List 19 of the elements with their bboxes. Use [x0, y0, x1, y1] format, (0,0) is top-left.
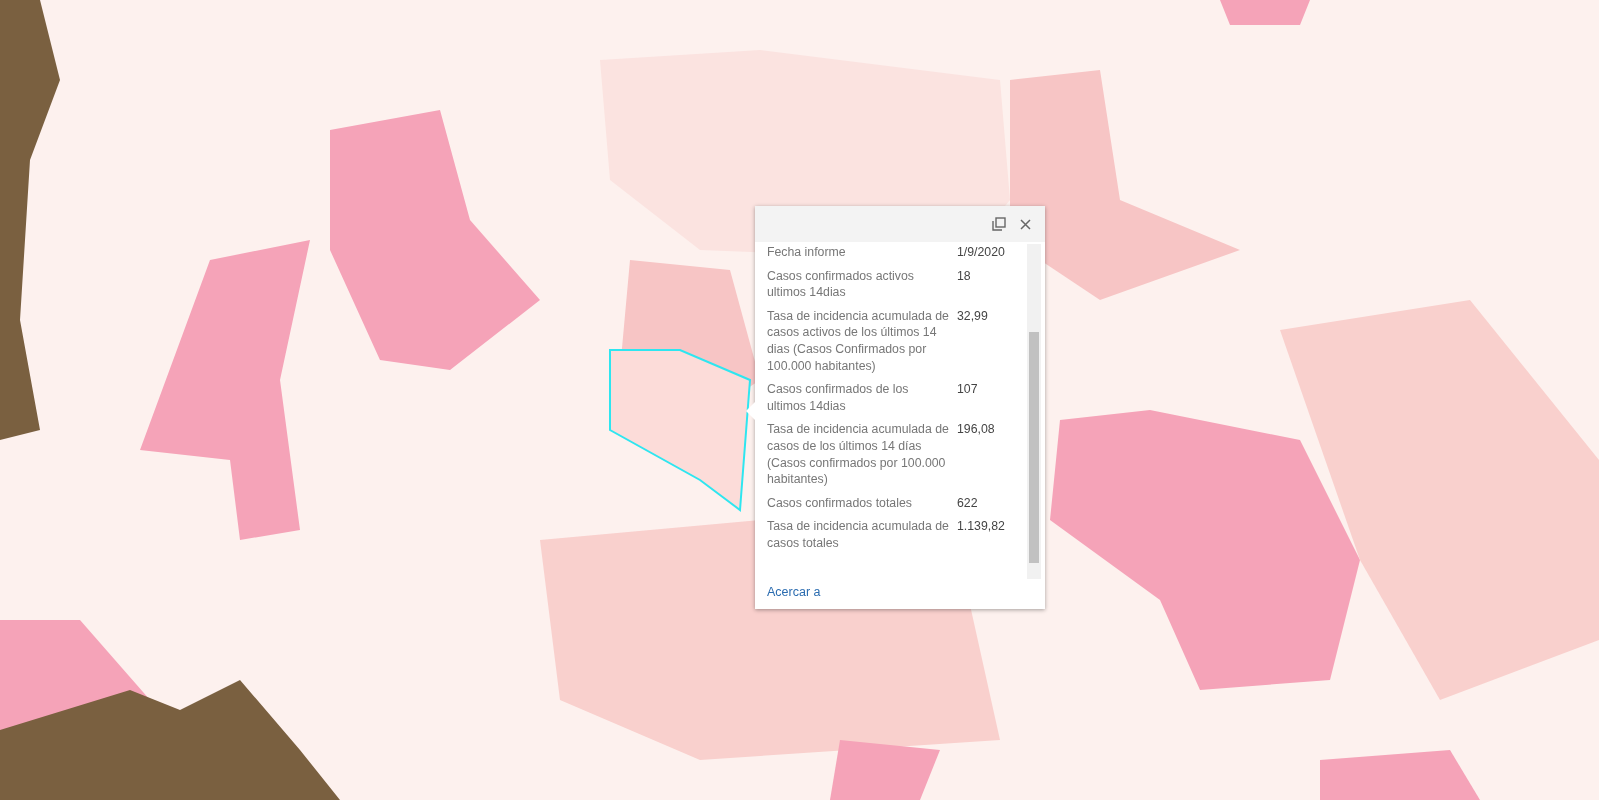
field-value: 18 — [957, 267, 971, 285]
field-value: 1.139,82 — [957, 518, 1005, 536]
field-value: 622 — [957, 494, 978, 512]
field-label: Fecha informe — [767, 244, 847, 261]
field-label: Casos confirmados de los ultimos 14dias — [767, 381, 910, 415]
field-label: Tasa de incidencia acumulada de casos totales — [767, 518, 949, 552]
field-value: 1/9/2020 — [957, 244, 1005, 261]
field-value: 32,99 — [957, 307, 988, 325]
map-drawing[interactable] — [0, 0, 1599, 800]
zoom-to-link[interactable]: Acercar a — [767, 585, 821, 599]
close-icon[interactable] — [1018, 216, 1033, 232]
maximize-icon[interactable] — [990, 215, 1008, 233]
scrollbar[interactable] — [1027, 244, 1041, 579]
field-label: Tasa de incidencia acumulada de casos activos de los últimos 14 dias (Casos Confirmados por 100.000 habitantes) — [767, 307, 949, 375]
field-value: 196,08 — [957, 421, 995, 439]
field-label: Casos confirmados totales — [767, 494, 913, 512]
field-value: 107 — [957, 381, 978, 399]
field-label: Casos confirmados activos ultimos 14dias — [767, 267, 915, 301]
field-label: Tasa de incidencia acumulada de casos de los últimos 14 días (Casos confirmados por 100.000 habitantes) — [767, 421, 949, 488]
